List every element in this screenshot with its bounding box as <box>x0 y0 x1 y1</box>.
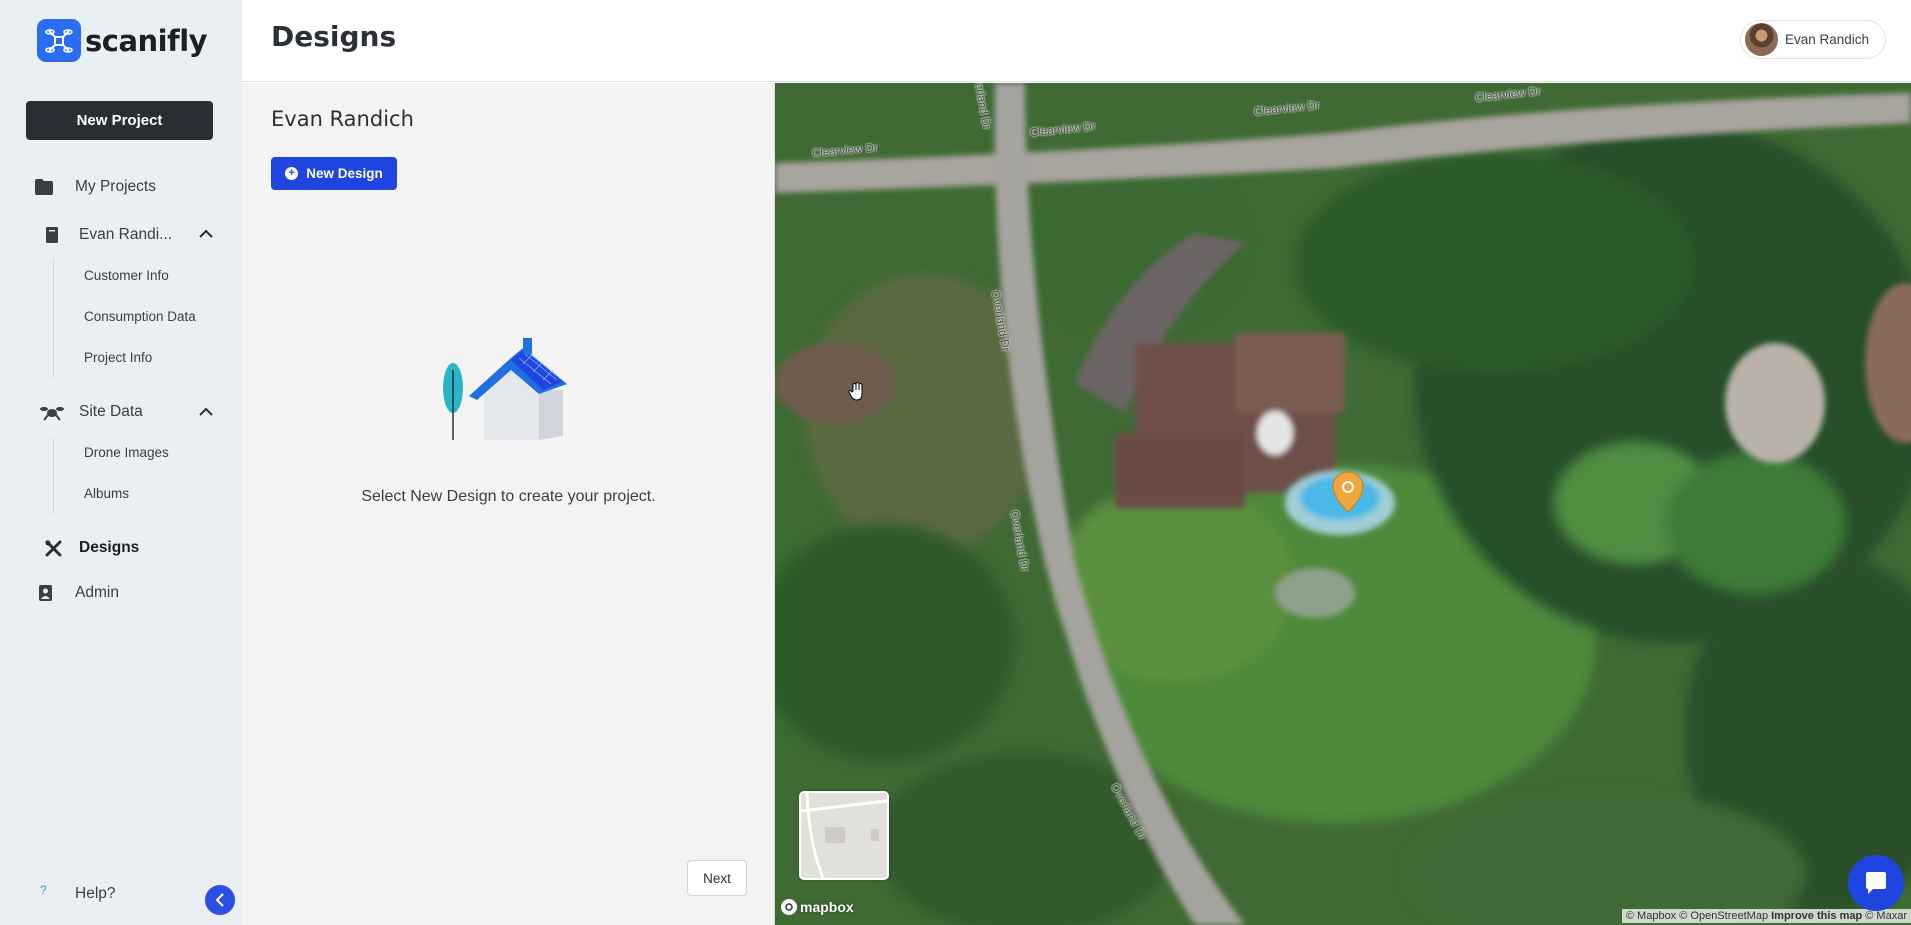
sidebar-item-label: Admin <box>75 584 119 601</box>
chevron-up-icon[interactable] <box>199 407 213 417</box>
sidebar-subitem-albums[interactable]: Albums <box>84 486 129 501</box>
improve-map-link[interactable]: Improve this map <box>1771 910 1862 922</box>
new-design-button[interactable]: + New Design <box>271 157 397 190</box>
help-link[interactable]: Help? <box>75 885 116 903</box>
chat-widget-button[interactable] <box>1848 855 1904 911</box>
new-project-button[interactable]: New Project <box>26 101 213 140</box>
logo-text: scanifly <box>85 23 208 58</box>
help-icon[interactable]: ? <box>40 883 47 897</box>
subnav-line <box>53 438 54 514</box>
grab-cursor-icon <box>848 382 863 401</box>
empty-state-message: Select New Design to create your project… <box>361 488 656 505</box>
sidebar-item-label: Evan Randi... <box>79 226 173 243</box>
chat-bubble-icon <box>1866 872 1886 894</box>
designs-panel: Evan Randich + New Design Select New Des… <box>242 83 775 925</box>
mapbox-logo-icon <box>781 899 797 915</box>
collapse-sidebar-button[interactable] <box>205 885 235 915</box>
sidebar-item-label: Site Data <box>79 403 143 420</box>
document-icon <box>45 226 59 244</box>
minimap-view <box>801 793 887 878</box>
map-attribution: © Mapbox © OpenStreetMap Improve this ma… <box>1621 909 1911 923</box>
sidebar-item-my-projects[interactable]: My Projects <box>35 178 156 196</box>
drone-icon <box>40 403 64 423</box>
sidebar-item-admin[interactable]: Admin <box>38 584 119 602</box>
mapbox-logo[interactable]: mapbox <box>781 899 854 915</box>
chevron-left-icon <box>215 893 224 907</box>
new-design-label: New Design <box>306 166 383 181</box>
sidebar-subitem-customer-info[interactable]: Customer Info <box>84 268 169 283</box>
solar-house-illustration <box>443 338 567 440</box>
sidebar-item-site-data[interactable]: Site Data <box>40 403 143 421</box>
attribution-tail: © Maxar <box>1865 910 1907 922</box>
sidebar-subitem-project-info[interactable]: Project Info <box>84 350 152 365</box>
user-menu[interactable]: Evan Randich <box>1740 20 1886 59</box>
page-title: Designs <box>271 20 397 53</box>
sidebar-item-label: My Projects <box>75 178 156 195</box>
scanifly-logo-icon <box>37 19 81 62</box>
sidebar-item-project[interactable]: Evan Randi... <box>45 226 172 244</box>
sidebar-item-designs[interactable]: Designs <box>44 539 139 557</box>
mapbox-logo-text: mapbox <box>800 899 854 915</box>
sidebar-item-label: Designs <box>79 539 140 556</box>
location-pin-icon[interactable] <box>1331 470 1365 514</box>
logo[interactable]: scanifly <box>37 19 208 62</box>
subnav-line <box>53 258 54 378</box>
sidebar-subitem-consumption-data[interactable]: Consumption Data <box>84 309 196 324</box>
satellite-map[interactable]: Clearview Dr Clearview Dr Clearview Dr C… <box>775 83 1911 925</box>
folder-icon <box>35 178 53 196</box>
project-name: Evan Randich <box>271 107 414 131</box>
plus-circle-icon: + <box>285 167 299 180</box>
next-button[interactable]: Next <box>687 860 747 896</box>
admin-user-icon <box>38 584 52 602</box>
chevron-up-icon[interactable] <box>199 229 213 239</box>
sidebar-subitem-drone-images[interactable]: Drone Images <box>84 445 169 460</box>
tools-icon <box>44 539 62 557</box>
attribution-text: © Mapbox © OpenStreetMap <box>1625 910 1769 922</box>
avatar <box>1745 23 1778 56</box>
top-header: Designs Evan Randich <box>242 0 1911 82</box>
minimap[interactable] <box>799 791 889 880</box>
user-name: Evan Randich <box>1785 32 1870 47</box>
sidebar: scanifly New Project My Projects Evan Ra… <box>0 0 242 925</box>
